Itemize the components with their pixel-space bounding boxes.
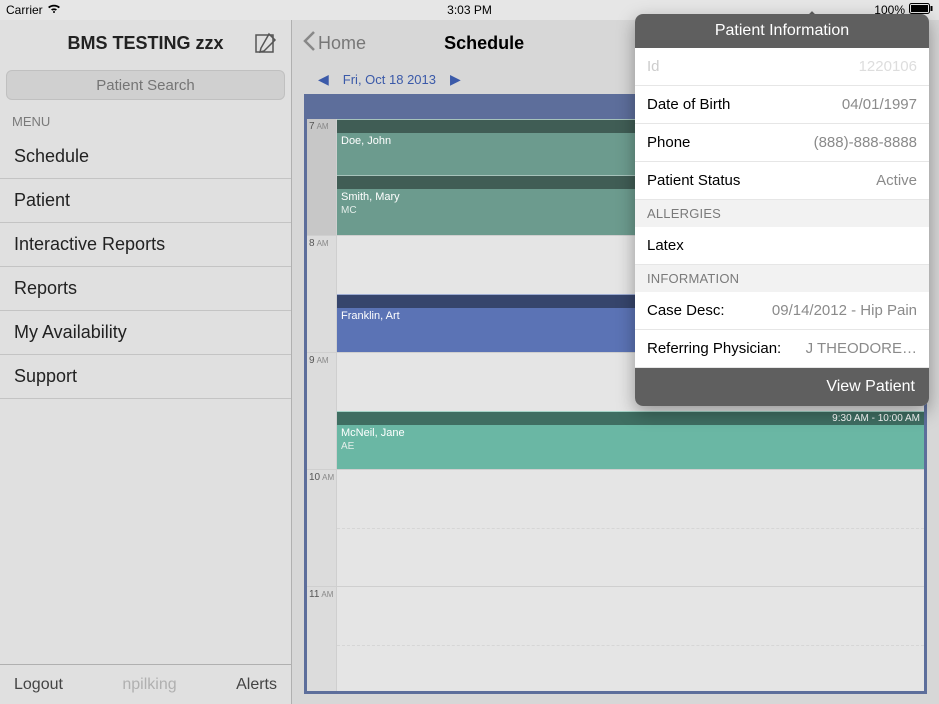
sidebar-item-support[interactable]: Support: [0, 355, 291, 399]
pop-value-ref: J THEODORE…: [806, 340, 917, 357]
search-wrapper: [0, 66, 291, 104]
sidebar-item-reports[interactable]: Reports: [0, 267, 291, 311]
pop-label-id: Id: [647, 58, 660, 75]
sidebar-header: BMS TESTING zzx: [0, 20, 291, 66]
search-input[interactable]: [6, 70, 285, 100]
pop-allergy-latex: Latex: [635, 227, 929, 265]
pop-label-phone: Phone: [647, 134, 690, 151]
patient-info-popover: Patient Information Id 1220106 Date of B…: [635, 14, 929, 406]
sidebar-item-my-availability[interactable]: My Availability: [0, 311, 291, 355]
date-prev-icon[interactable]: ◀: [312, 71, 335, 88]
logout-button[interactable]: Logout: [14, 676, 63, 694]
status-left: Carrier: [6, 3, 315, 17]
hour-label-9: 9AM: [307, 353, 337, 469]
pop-row-dob: Date of Birth 04/01/1997: [635, 86, 929, 124]
date-next-icon[interactable]: ▶: [444, 71, 467, 88]
pop-section-information: INFORMATION: [635, 265, 929, 292]
pop-row-status: Patient Status Active: [635, 162, 929, 200]
sidebar: BMS TESTING zzx MENU Schedule Patient In…: [0, 20, 292, 704]
pop-value-phone: (888)-888-8888: [814, 134, 917, 151]
carrier-text: Carrier: [6, 3, 43, 17]
event-name: McNeil, Jane: [341, 427, 920, 439]
pop-value-dob: 04/01/1997: [842, 96, 917, 113]
hour-row-10: 10AM: [307, 470, 924, 587]
hour-label-11: 11AM: [307, 587, 337, 691]
hour-label-7: 7AM: [307, 119, 337, 235]
event-mcneil-jane[interactable]: 9:30 AM - 10:00 AM McNeil, Jane AE: [337, 411, 924, 469]
hour-row-11: 11AM: [307, 587, 924, 691]
pop-row-id: Id 1220106: [635, 48, 929, 86]
wifi-icon: [47, 3, 61, 17]
event-sub: AE: [341, 441, 920, 452]
sidebar-title: BMS TESTING zzx: [67, 33, 223, 54]
menu-label: MENU: [0, 104, 291, 135]
main: Home Schedule Jane McNeil (04/01/1997) ◀…: [292, 20, 939, 704]
popover-title: Patient Information: [635, 14, 929, 48]
alerts-button[interactable]: Alerts: [236, 676, 277, 694]
date-label: Fri, Oct 18 2013: [343, 72, 436, 87]
sidebar-item-interactive-reports[interactable]: Interactive Reports: [0, 223, 291, 267]
sidebar-footer: Logout npilking Alerts: [0, 664, 291, 704]
pop-section-allergies: ALLERGIES: [635, 200, 929, 227]
pop-row-ref: Referring Physician: J THEODORE…: [635, 330, 929, 368]
pop-row-case: Case Desc: 09/14/2012 - Hip Pain: [635, 292, 929, 330]
pop-label-status: Patient Status: [647, 172, 740, 189]
sidebar-item-patient[interactable]: Patient: [0, 179, 291, 223]
pop-label-ref: Referring Physician:: [647, 340, 781, 357]
footer-user: npilking: [63, 676, 236, 694]
pop-label-dob: Date of Birth: [647, 96, 730, 113]
pop-value-status: Active: [876, 172, 917, 189]
hour-label-8: 8AM: [307, 236, 337, 352]
view-patient-button[interactable]: View Patient: [635, 368, 929, 406]
pop-row-phone: Phone (888)-888-8888: [635, 124, 929, 162]
event-time: 9:30 AM - 10:00 AM: [832, 413, 920, 424]
pop-value-case: 09/14/2012 - Hip Pain: [772, 302, 917, 319]
pop-label-case: Case Desc:: [647, 302, 725, 319]
status-time: 3:03 PM: [315, 3, 624, 17]
hour-label-10: 10AM: [307, 470, 337, 586]
pop-value-id: 1220106: [859, 58, 917, 75]
sidebar-item-schedule[interactable]: Schedule: [0, 135, 291, 179]
